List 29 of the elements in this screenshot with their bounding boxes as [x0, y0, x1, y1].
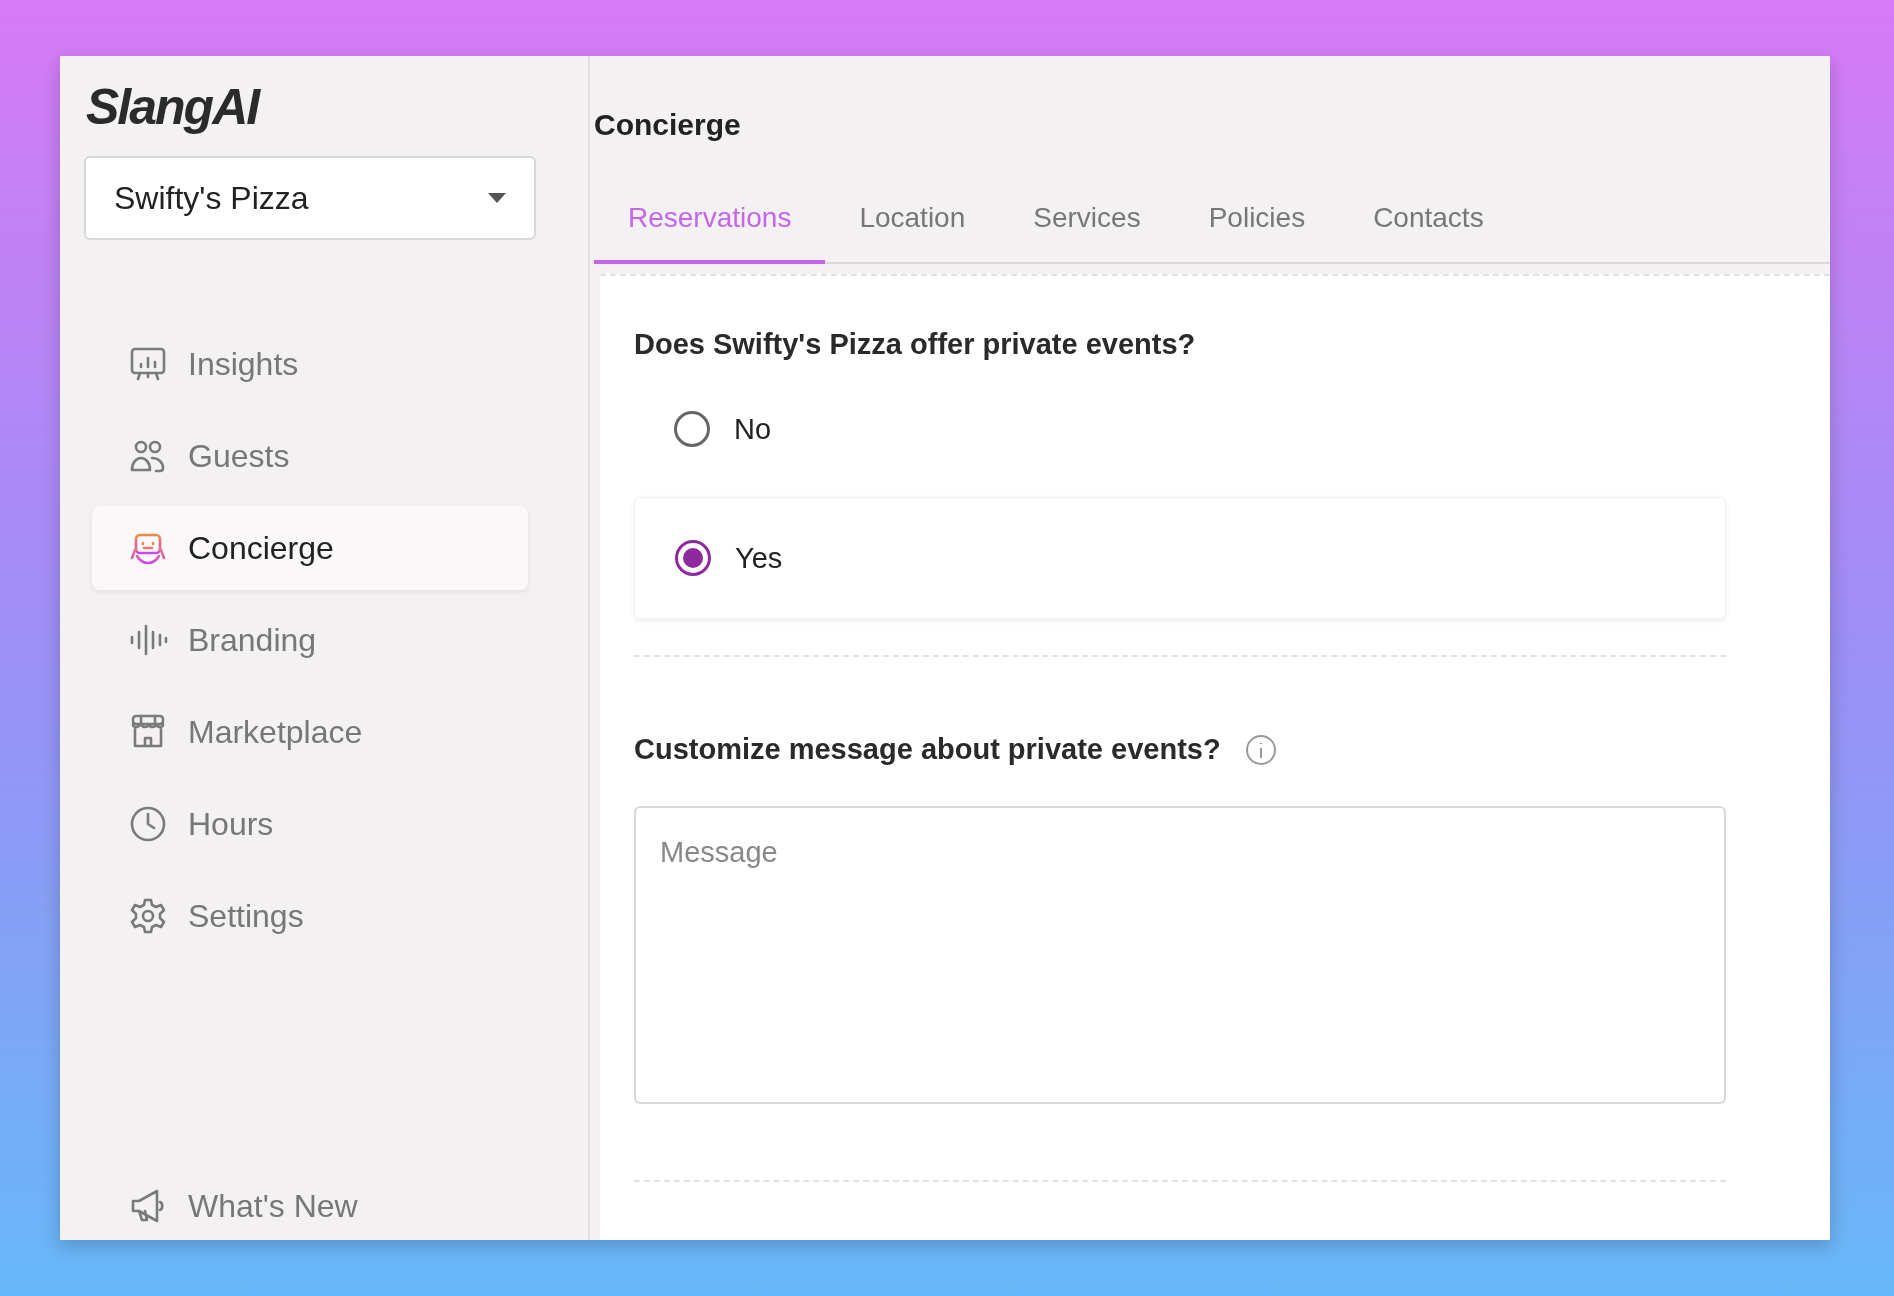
- question-label: Does Swifty's Pizza offer private events?: [634, 328, 1196, 361]
- radio-button[interactable]: [674, 411, 710, 447]
- tab[interactable]: Policies: [1174, 188, 1340, 264]
- sidebar-item[interactable]: Insights: [92, 322, 528, 406]
- location-dropdown[interactable]: Swifty's Pizza: [84, 156, 536, 240]
- settings-icon: [128, 896, 168, 936]
- caret-icon: [488, 193, 506, 203]
- question-label: Customize message about private events?: [634, 733, 1221, 766]
- tab[interactable]: Contacts: [1339, 188, 1518, 264]
- tab[interactable]: Reservations: [594, 188, 826, 264]
- page-title: Concierge: [594, 108, 741, 142]
- sidebar-item[interactable]: Marketplace: [92, 690, 528, 774]
- option-label: Yes: [735, 541, 783, 575]
- sidebar-item[interactable]: Branding: [92, 598, 528, 682]
- option-label: No: [734, 412, 772, 446]
- radio-option[interactable]: No: [634, 369, 1726, 489]
- message-field[interactable]: Message: [634, 806, 1726, 1104]
- tab[interactable]: Services: [999, 188, 1175, 264]
- clock-icon: [128, 804, 168, 844]
- sidebar-item[interactable]: Hours: [92, 782, 528, 866]
- sidebar-item[interactable]: Guests: [92, 414, 528, 498]
- info-icon[interactable]: [1244, 733, 1277, 766]
- sidebar-item[interactable]: Settings: [92, 874, 528, 958]
- logo: SlangAI: [86, 78, 259, 136]
- radio-option[interactable]: Yes: [634, 497, 1726, 619]
- radio-button[interactable]: [675, 540, 711, 576]
- whats-new-item[interactable]: What's New: [92, 1164, 528, 1240]
- sidebar-item[interactable]: Concierge: [92, 506, 528, 590]
- tab[interactable]: Location: [825, 188, 1000, 264]
